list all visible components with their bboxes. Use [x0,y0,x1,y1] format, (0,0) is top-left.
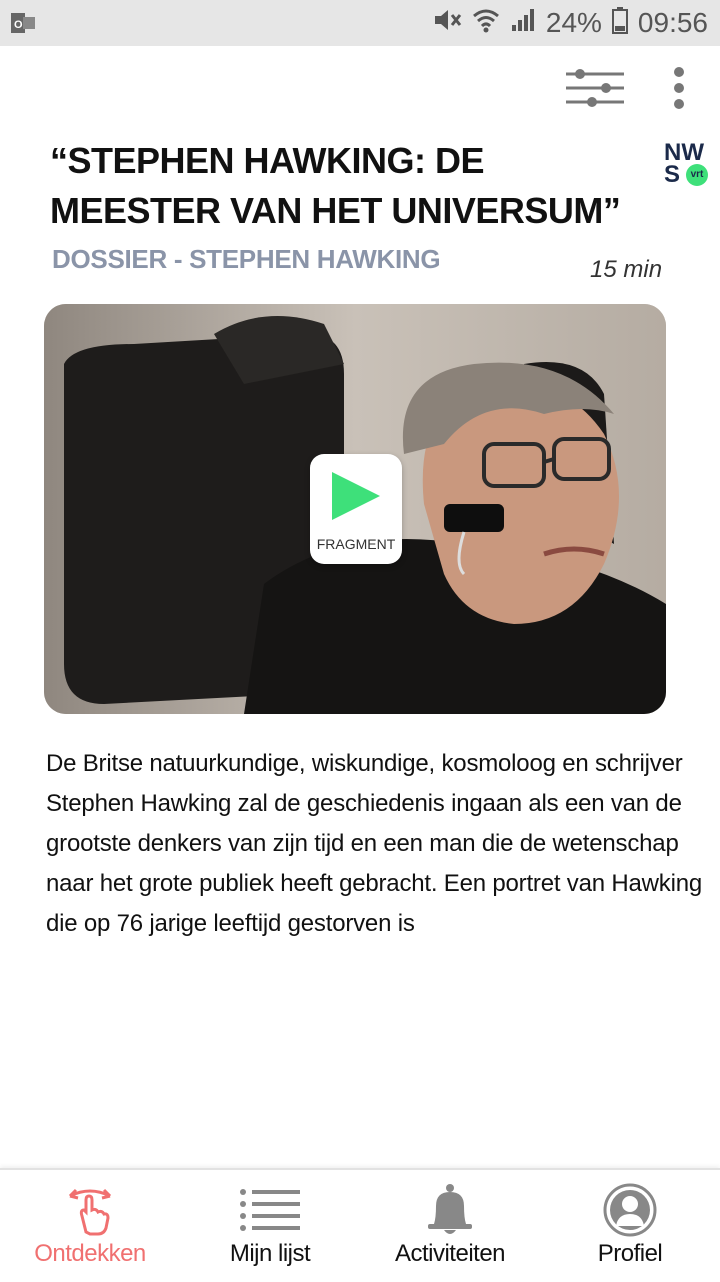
top-toolbar [0,46,720,130]
mute-icon [432,6,462,41]
article-description: De Britse natuurkundige, wiskundige, kos… [46,750,703,937]
play-icon [332,472,380,520]
play-label: FRAGMENT [316,536,396,552]
profile-icon [602,1182,658,1243]
duration-label: 15 min [590,256,663,283]
logo-badge: vrt [686,164,708,186]
wifi-icon [472,6,500,41]
article-title: “STEPHEN HAWKING: DE MEESTER VAN HET UNI… [50,140,621,231]
nav-label-activiteiten: Activiteiten [394,1240,506,1267]
swipe-hand-icon [62,1182,118,1243]
play-fragment-button[interactable]: FRAGMENT [310,454,402,564]
nav-activiteiten[interactable]: Activiteiten [360,1170,540,1282]
status-bar: O 24% 09:56 [0,0,720,46]
svg-text:O: O [14,19,23,31]
nav-mijn-lijst[interactable]: Mijn lijst [180,1170,360,1282]
bell-icon [424,1182,476,1243]
nav-ontdekken[interactable]: Ontdekken [0,1170,180,1282]
dossier-link[interactable]: DOSSIER - STEPHEN HAWKING [52,244,441,275]
list-icon [238,1182,302,1243]
bottom-navigation: Ontdekken Mijn lijst Activiteiten Profie… [0,1168,720,1282]
more-vertical-icon[interactable] [662,64,696,112]
nav-label-ontdekken: Ontdekken [34,1240,146,1267]
battery-icon [611,6,628,41]
filter-icon[interactable] [562,64,628,112]
nav-label-profiel: Profiel [597,1240,663,1267]
outlook-icon: O [10,10,36,41]
nav-label-mijn-lijst: Mijn lijst [229,1240,311,1267]
clock: 09:56 [637,7,708,38]
nav-profiel[interactable]: Profiel [540,1170,720,1282]
signal-icon [510,7,536,40]
battery-percent: 24% [545,7,602,38]
nws-vrt-logo: NW S vrt [664,141,712,190]
